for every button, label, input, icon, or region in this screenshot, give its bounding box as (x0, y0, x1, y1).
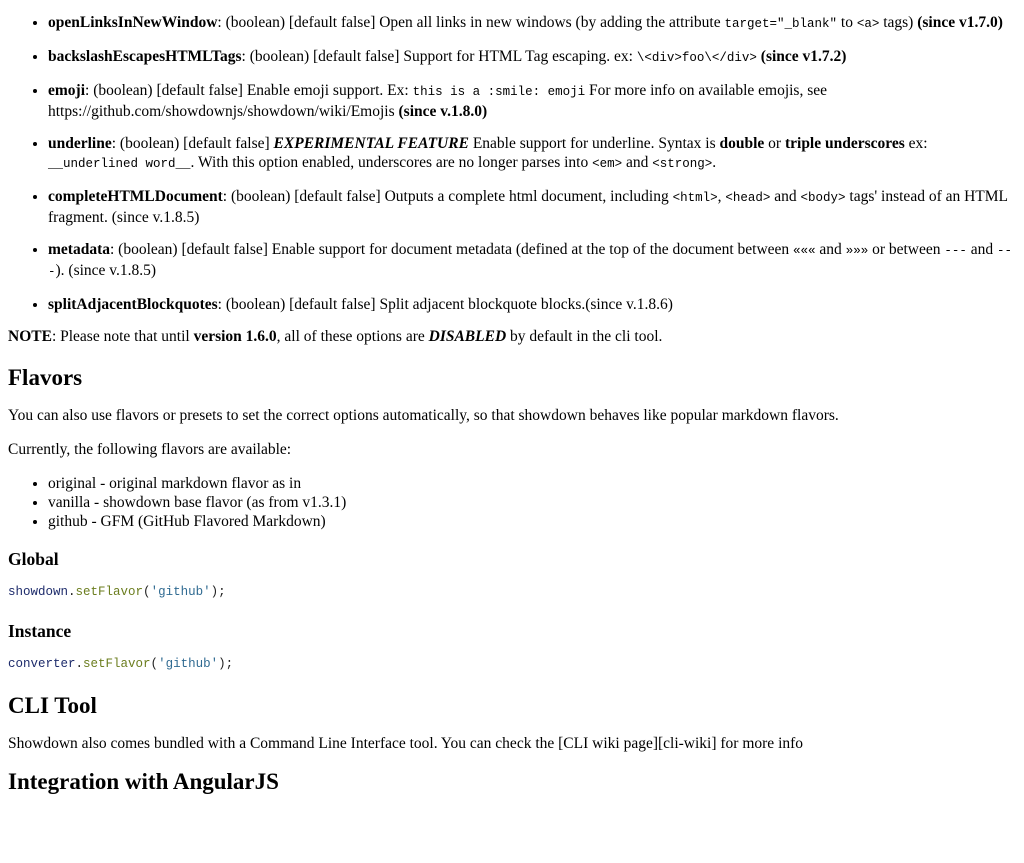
list-item: vanilla - showdown base flavor (as from … (48, 493, 1016, 512)
option-name: metadata (48, 241, 110, 258)
disabled-label: DISABLED (428, 328, 507, 345)
cli-heading: CLI Tool (8, 693, 97, 718)
instance-code-block: converter.setFlavor('github'); (8, 657, 234, 671)
list-item-openLinksInNewWindow: openLinksInNewWindow: (boolean) [default… (48, 13, 1016, 34)
list-item-underline: underline: (boolean) [default false] EXP… (48, 134, 1016, 174)
document: openLinksInNewWindow: (boolean) [default… (0, 13, 1024, 796)
since-label: (since v1.7.2) (760, 48, 847, 65)
list-item-metadata: metadata: (boolean) [default false] Enab… (48, 240, 1016, 282)
list-item-emoji: emoji: (boolean) [default false] Enable … (48, 81, 1016, 121)
list-item-backslashEscapesHTMLTags: backslashEscapesHTMLTags: (boolean) [def… (48, 47, 1016, 68)
option-name: backslashEscapesHTMLTags (48, 48, 242, 65)
option-name: underline (48, 135, 112, 152)
list-item: original - original markdown flavor as i… (48, 474, 1016, 493)
options-list: openLinksInNewWindow: (boolean) [default… (8, 13, 1016, 314)
list-item-completeHTMLDocument: completeHTMLDocument: (boolean) [default… (48, 187, 1016, 227)
instance-heading: Instance (8, 621, 72, 641)
flavors-intro: You can also use flavors or presets to s… (8, 407, 839, 424)
option-name: splitAdjacentBlockquotes (48, 296, 218, 313)
global-code-block: showdown.setFlavor('github'); (8, 585, 226, 599)
note-paragraph: NOTE: Please note that until version 1.6… (8, 328, 663, 345)
flavors-list: original - original markdown flavor as i… (8, 474, 1016, 531)
flavors-heading: Flavors (8, 365, 83, 390)
option-name: openLinksInNewWindow (48, 14, 218, 31)
note-label: NOTE (8, 328, 52, 345)
option-name: emoji (48, 82, 86, 99)
global-heading: Global (8, 549, 59, 569)
list-item-splitAdjacentBlockquotes: splitAdjacentBlockquotes: (boolean) [def… (48, 295, 1016, 314)
flavors-currently: Currently, the following flavors are ava… (8, 441, 292, 458)
since-label: (since v.1.8.0) (398, 103, 488, 120)
experimental-label: EXPERIMENTAL FEATURE (273, 135, 469, 152)
since-label: (since v1.7.0) (917, 14, 1003, 31)
angular-heading: Integration with AngularJS (8, 769, 279, 794)
cli-paragraph: Showdown also comes bundled with a Comma… (8, 735, 804, 752)
option-name: completeHTMLDocument (48, 188, 223, 205)
list-item: github - GFM (GitHub Flavored Markdown) (48, 512, 1016, 531)
